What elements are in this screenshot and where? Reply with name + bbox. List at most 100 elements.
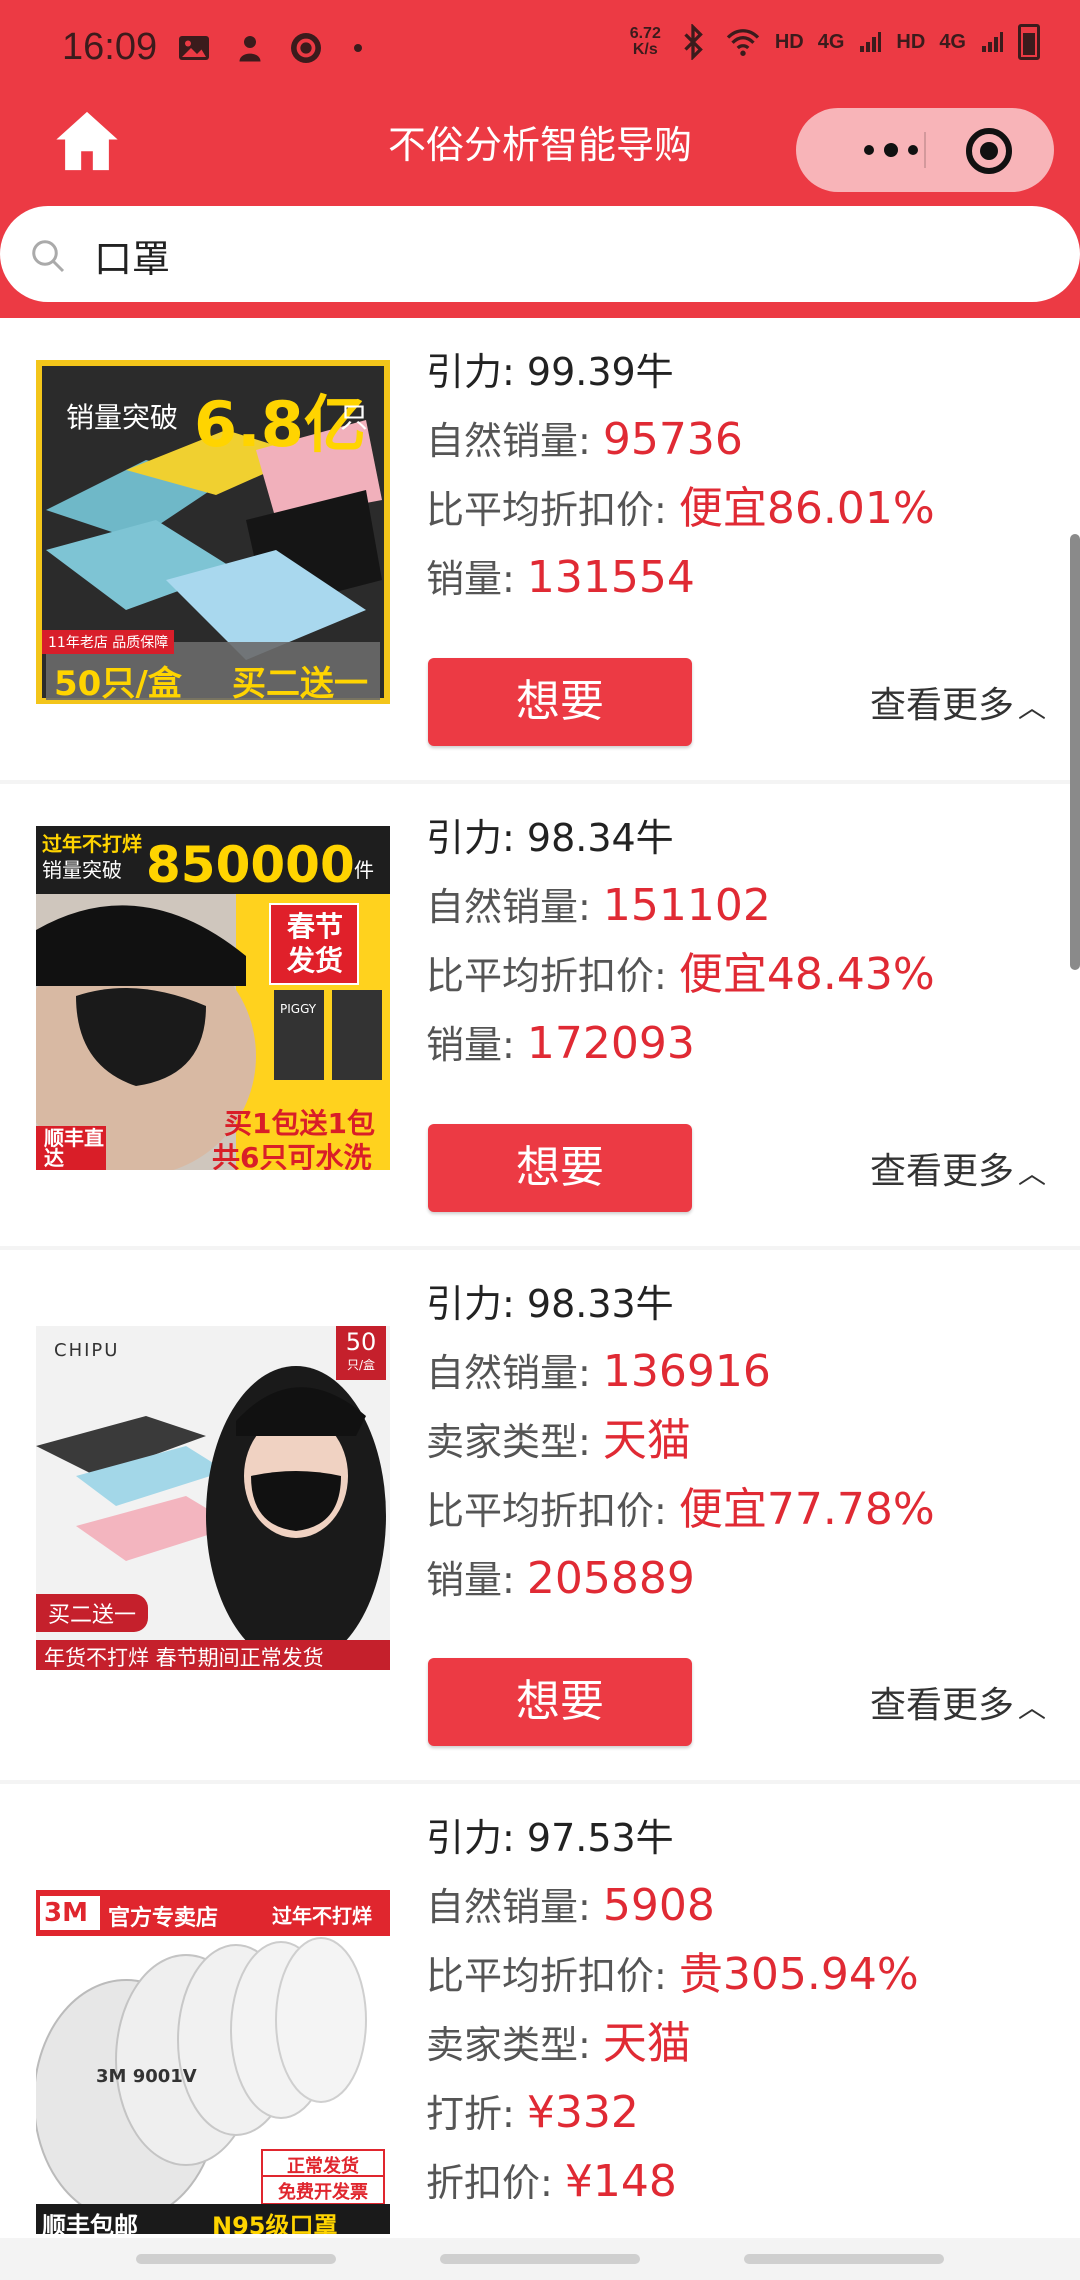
- scrollbar[interactable]: [1070, 534, 1080, 970]
- app-notification-icon: [239, 36, 261, 62]
- stat-value: 205889: [526, 1553, 695, 1604]
- stat-label: 比平均折扣价:: [426, 1489, 679, 1533]
- wifi-icon: [726, 29, 760, 56]
- product-card: CHIPU 50 只/盒 买二送一 年货不打烊 春节期间正常发货 引力: 98.…: [0, 1250, 1080, 1780]
- app-header: 16:09 6.72 K/s HD 4G HD 4G 不俗分析智能导购 口罩: [0, 0, 1080, 318]
- stat-label: 引力:: [426, 1282, 527, 1326]
- stat-label: 自然销量:: [426, 1885, 603, 1929]
- stat-label: 自然销量:: [426, 419, 603, 463]
- want-button[interactable]: 想要: [428, 1658, 692, 1746]
- thumb-text-big: 850000: [146, 836, 355, 894]
- stat-row: 卖家类型: 天猫: [426, 1407, 935, 1476]
- stat-value: 便宜77.78%: [678, 1484, 935, 1535]
- thumb-text-bottom-right: 买二送一: [232, 664, 368, 704]
- stat-row: 引力: 98.33牛: [426, 1270, 935, 1338]
- status-bar: 16:09 6.72 K/s HD 4G HD 4G: [0, 0, 1080, 100]
- stat-row: 打折: ¥332: [426, 2079, 919, 2148]
- stat-row: 引力: 97.53牛: [426, 1804, 919, 1872]
- stat-row: 自然销量: 5908: [426, 1872, 919, 1941]
- stat-row: 比平均折扣价: 便宜48.43%: [426, 941, 935, 1010]
- product-info: 引力: 99.39牛 自然销量: 95736 比平均折扣价: 便宜86.01% …: [426, 338, 935, 613]
- stat-value: 天猫: [602, 1415, 691, 1466]
- capsule-divider: [924, 132, 926, 168]
- want-button[interactable]: 想要: [428, 1124, 692, 1212]
- hd-label-2: HD: [896, 30, 926, 53]
- hd-label-1: HD: [774, 30, 804, 53]
- stat-value: 便宜48.43%: [678, 949, 935, 1000]
- more-menu-icon[interactable]: [836, 138, 946, 162]
- view-more-label: 查看更多: [870, 685, 1015, 726]
- stat-row: 比平均折扣价: 便宜86.01%: [426, 475, 935, 544]
- close-miniprogram-icon[interactable]: [966, 128, 1012, 174]
- stat-row: 引力: 99.39牛: [426, 338, 935, 406]
- stat-row: 自然销量: 136916: [426, 1338, 935, 1407]
- stat-value: ¥332: [526, 2087, 639, 2138]
- thumb-text-bottom-left: 50只/盒: [54, 664, 182, 704]
- stat-value: 151102: [602, 880, 771, 931]
- product-image[interactable]: 销量突破 6.8亿 只 11年老店 品质保障 50只/盒 买二送一: [36, 360, 390, 704]
- stat-row: 折扣价: ¥148: [426, 2148, 919, 2217]
- stat-label: 折扣价:: [426, 2161, 565, 2205]
- thumb-brand: PIGGY: [280, 1002, 317, 1016]
- stat-row: 引力: 98.34牛: [426, 804, 935, 872]
- product-image[interactable]: 3M 官方专卖店 过年不打烊 3M 9001V 正常发货 免费开发票 顺丰包邮 …: [36, 1890, 390, 2234]
- thumb-text-bottom-right: N95级口罩: [212, 2212, 338, 2234]
- want-button[interactable]: 想要: [428, 658, 692, 746]
- thumb-text-unit: 只: [340, 401, 369, 434]
- view-more-link[interactable]: 查看更多 ︿: [870, 1142, 1046, 1194]
- thumb-text-bottom: 年货不打烊 春节期间正常发货: [44, 1646, 324, 1670]
- product-image[interactable]: CHIPU 50 只/盒 买二送一 年货不打烊 春节期间正常发货: [36, 1326, 390, 1670]
- stat-label: 自然销量:: [426, 1351, 603, 1395]
- view-more-link[interactable]: 查看更多 ︿: [870, 1676, 1046, 1728]
- search-icon: [32, 240, 65, 273]
- net-speed-value: 6.72: [629, 25, 661, 42]
- thumb-promo: 买二送一: [36, 1594, 149, 1632]
- stat-value: 136916: [602, 1346, 771, 1397]
- thumb-corner: 过年不打烊: [42, 832, 142, 856]
- stat-value: 97.53牛: [526, 1816, 674, 1860]
- stat-label: 引力:: [426, 350, 527, 394]
- signal-icon-1: [860, 32, 882, 52]
- stat-value: 贵305.94%: [678, 1949, 919, 2000]
- stat-value: 98.34牛: [526, 816, 674, 860]
- sync-icon: [291, 33, 321, 63]
- gesture-handle-left: [136, 2254, 336, 2264]
- net-speed-unit: K/s: [632, 41, 658, 58]
- thumb-badge: 春节发货: [286, 910, 343, 977]
- thumb-corner: 过年不打烊: [272, 1904, 372, 1928]
- stat-label: 销量:: [426, 1558, 527, 1602]
- chevron-up-icon: ︿: [1018, 1691, 1047, 1724]
- product-image[interactable]: 过年不打烊 销量突破 850000 件 春节发货 PIGGY 顺丰直达 买1包送…: [36, 826, 390, 1170]
- search-input[interactable]: 口罩: [0, 206, 1080, 302]
- stat-row: 销量: 205889: [426, 1545, 935, 1614]
- view-more-link[interactable]: 查看更多 ︿: [870, 676, 1046, 728]
- stat-value: 131554: [526, 552, 695, 603]
- product-info: 引力: 98.33牛 自然销量: 136916 卖家类型: 天猫 比平均折扣价:…: [426, 1270, 935, 1614]
- miniprogram-capsule: [796, 108, 1054, 192]
- stat-label: 比平均折扣价:: [426, 488, 679, 532]
- view-more-label: 查看更多: [870, 1151, 1015, 1192]
- thumb-brand: CHIPU: [54, 1340, 120, 1361]
- status-time: 16:09: [62, 26, 158, 68]
- stat-label: 自然销量:: [426, 885, 603, 929]
- thumb-text-top: 销量突破: [66, 401, 179, 434]
- status-notifications: [176, 30, 362, 66]
- stat-value: 172093: [526, 1018, 695, 1069]
- nav-bar: 不俗分析智能导购: [0, 100, 1080, 200]
- stat-label: 比平均折扣价:: [426, 954, 679, 998]
- stat-label: 打折:: [426, 2092, 527, 2136]
- chevron-up-icon: ︿: [1018, 691, 1047, 724]
- product-card: 3M 官方专卖店 过年不打烊 3M 9001V 正常发货 免费开发票 顺丰包邮 …: [0, 1784, 1080, 2238]
- net-speed: 6.72 K/s: [630, 26, 661, 58]
- thumb-store: 官方专卖店: [108, 1906, 219, 1931]
- gesture-handle-right: [744, 2254, 944, 2264]
- search-bar: 口罩: [0, 206, 1080, 302]
- bluetooth-icon: [684, 24, 703, 60]
- gesture-handle-center[interactable]: [440, 2254, 640, 2264]
- thumb-text-bottom-left: 顺丰直达: [44, 1126, 104, 1170]
- thumb-text-bottom-left: 顺丰包邮: [42, 2212, 138, 2234]
- product-info: 引力: 98.34牛 自然销量: 151102 比平均折扣价: 便宜48.43%…: [426, 804, 935, 1079]
- stat-value: 天猫: [602, 2018, 691, 2069]
- stat-label: 卖家类型:: [426, 1420, 603, 1464]
- stat-row: 销量: 172093: [426, 1010, 935, 1079]
